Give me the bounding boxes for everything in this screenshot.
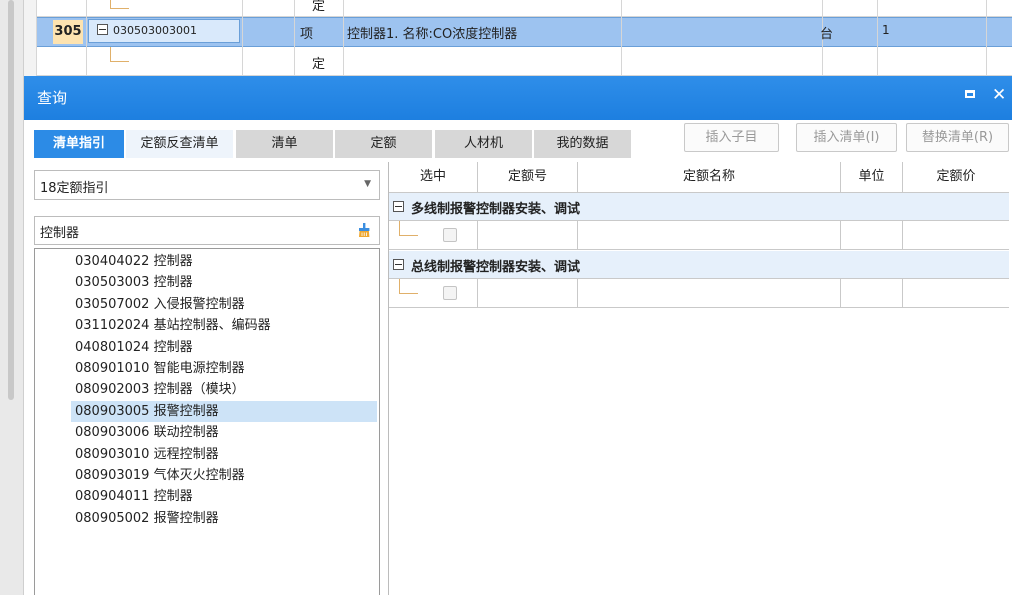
list-item[interactable]: 030404022 控制器 [75,251,379,272]
row-type: 项 [300,27,314,42]
insert-list-button[interactable]: 插入清单(I) [796,123,897,152]
scrollbar-thumb[interactable] [8,0,14,400]
tab-quota-reverse-lookup[interactable]: 定额反查清单 [126,130,233,158]
sheet-vertical-scrollbar[interactable] [0,0,24,595]
list-item[interactable]: 080904011 控制器 [75,486,379,507]
code-cell[interactable]: 030503003001 [88,19,240,43]
dialog-titlebar[interactable]: 查询 ✕ [24,76,1012,120]
quota-grid: 选中 定额号 定额名称 单位 定额价 多线制报警控制器安装、调试 总线制报警控制… [388,162,1009,595]
grid-header: 选中 定额号 定额名称 单位 定额价 [389,162,1009,193]
row-type: 定 [312,57,326,72]
list-item[interactable]: 030507002 入侵报警控制器 [75,294,379,315]
tab-my-data[interactable]: 我的数据 [534,130,631,158]
tab-labor-material-machine[interactable]: 人材机 [435,130,532,158]
quota-row[interactable] [389,221,1009,250]
query-dialog: 查询 ✕ 清单指引 定额反查清单 清单 定额 人材机 我的数据 插入子目 插入清… [24,76,1012,595]
tab-quota[interactable]: 定额 [335,130,432,158]
list-item[interactable]: 040801024 控制器 [75,337,379,358]
insert-child-button[interactable]: 插入子目 [684,123,779,152]
column-header-quota-number[interactable]: 定额号 [478,162,578,192]
row-unit: 台 [820,27,834,42]
column-header-unit[interactable]: 单位 [841,162,903,192]
collapse-icon[interactable] [97,24,108,35]
guide-type-value: 18定额指引 [40,181,109,196]
search-value: 控制器 [40,226,80,241]
row-code: 030503003001 [113,24,197,37]
group-label: 总线制报警控制器安装、调试 [411,260,581,275]
group-row[interactable]: 总线制报警控制器安装、调试 [389,251,1009,279]
tab-bar: 清单指引 定额反查清单 清单 定额 人材机 我的数据 插入子目 插入清单(I) … [24,120,1012,162]
list-item[interactable]: 080903006 联动控制器 [75,422,379,443]
row-description: 控制器1. 名称:CO浓度控制器 [347,27,518,42]
column-header-quota-price[interactable]: 定额价 [903,162,1009,192]
select-checkbox[interactable] [443,286,457,300]
column-header-select[interactable]: 选中 [389,162,478,192]
column-header-quota-name[interactable]: 定额名称 [578,162,841,192]
select-checkbox[interactable] [443,228,457,242]
dropdown-arrow-icon[interactable]: ▼ [364,179,371,189]
list-item[interactable]: 080901010 智能电源控制器 [75,358,379,379]
tab-list[interactable]: 清单 [236,130,333,158]
collapse-icon[interactable] [393,201,404,212]
sheet-row[interactable] [36,47,1012,76]
row-quantity: 1 [882,23,890,37]
search-input[interactable]: 控制器 [34,216,380,245]
list-item[interactable]: 080903019 气体灭火控制器 [75,465,379,486]
sheet-row[interactable] [36,0,1012,17]
list-guide-results: 030404022 控制器 030503003 控制器 030507002 入侵报警… [34,248,380,595]
dialog-title: 查询 [37,89,68,107]
list-item[interactable]: 080902003 控制器（模块） [75,379,379,400]
row-type: 定 [312,0,326,14]
quota-row[interactable] [389,279,1009,308]
list-item[interactable]: 080905002 报警控制器 [75,508,379,529]
guide-type-select[interactable]: 18定额指引 ▼ [34,170,380,200]
replace-list-button[interactable]: 替换清单(R) [906,123,1009,152]
maximize-icon[interactable] [965,90,975,98]
group-row[interactable]: 多线制报警控制器安装、调试 [389,193,1009,221]
list-item[interactable]: 080903005 报警控制器 [71,400,377,422]
list-item[interactable]: 080903010 远程控制器 [75,444,379,465]
row-number: 305 [53,20,83,44]
list-item[interactable]: 031102024 基站控制器、编码器 [75,315,379,336]
list-item[interactable]: 030503003 控制器 [75,272,379,293]
tab-list-guide[interactable]: 清单指引 [34,130,124,158]
group-label: 多线制报警控制器安装、调试 [411,202,581,217]
collapse-icon[interactable] [393,259,404,270]
clear-brush-icon[interactable] [357,223,371,237]
close-icon[interactable]: ✕ [992,83,1006,107]
